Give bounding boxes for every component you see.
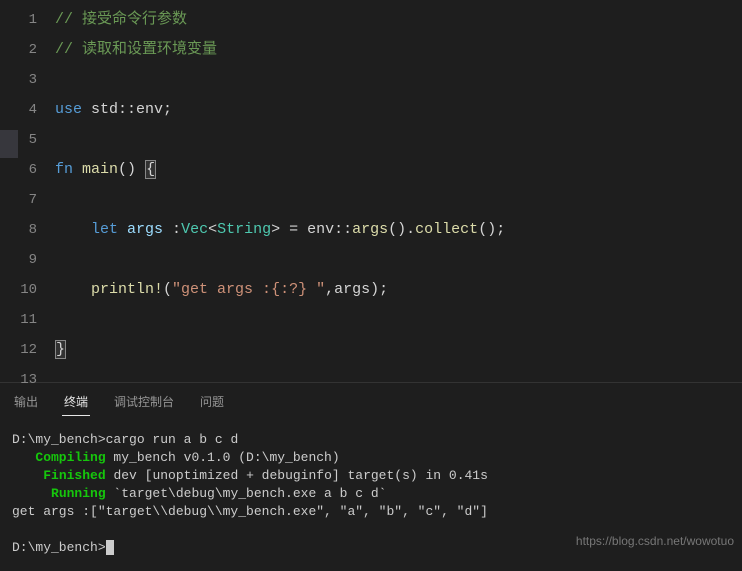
code-line: [55, 305, 742, 335]
code-line: // 读取和设置环境变量: [55, 35, 742, 65]
code-line: println!("get args :{:?} ",args);: [55, 275, 742, 305]
code-line: // 接受命令行参数: [55, 5, 742, 35]
line-number: 2: [0, 35, 37, 65]
cargo-running-text: `target\debug\my_bench.exe a b c d`: [106, 486, 387, 501]
line-number: 12: [0, 335, 37, 365]
cargo-compiling-text: my_bench v0.1.0 (D:\my_bench): [106, 450, 340, 465]
line-number: 10: [0, 275, 37, 305]
code-line: [55, 185, 742, 215]
tab-problems[interactable]: 问题: [198, 391, 226, 416]
program-output: get args :["target\\debug\\my_bench.exe"…: [12, 504, 488, 519]
line-number: 8: [0, 215, 37, 245]
line-number: 6: [0, 155, 37, 185]
cargo-compiling-label: Compiling: [35, 450, 105, 465]
terminal-cursor: [106, 540, 114, 555]
tab-debug-console[interactable]: 调试控制台: [112, 391, 176, 416]
cargo-finished-text: dev [unoptimized + debuginfo] target(s) …: [106, 468, 488, 483]
cargo-running-label: Running: [51, 486, 106, 501]
code-line: [55, 125, 742, 155]
code-line: [55, 65, 742, 95]
line-number: 1: [0, 5, 37, 35]
code-line: [55, 245, 742, 275]
tab-terminal[interactable]: 终端: [62, 391, 90, 416]
line-number: 4: [0, 95, 37, 125]
line-number: 3: [0, 65, 37, 95]
terminal-prompt: D:\my_bench>: [12, 540, 106, 555]
terminal-prompt: D:\my_bench>: [12, 432, 106, 447]
cargo-finished-label: Finished: [43, 468, 105, 483]
code-line: use std::env;: [55, 95, 742, 125]
line-gutter: 1 2 3 4 5 6 7 8 9 10 11 12 13: [0, 0, 55, 382]
line-number: 9: [0, 245, 37, 275]
watermark: https://blog.csdn.net/wowotuo: [576, 534, 734, 548]
line-number: 7: [0, 185, 37, 215]
tab-output[interactable]: 输出: [12, 391, 40, 416]
editor-marker: [0, 130, 18, 158]
terminal-panel: 输出 终端 调试控制台 问题 D:\my_bench>cargo run a b…: [0, 382, 742, 554]
terminal-command: cargo run a b c d: [106, 432, 239, 447]
line-number: 11: [0, 305, 37, 335]
code-line: fn main() {: [55, 155, 742, 185]
code-line: }: [55, 335, 742, 365]
code-line: let args :Vec<String> = env::args().coll…: [55, 215, 742, 245]
code-content[interactable]: // 接受命令行参数 // 读取和设置环境变量 use std::env; fn…: [55, 0, 742, 382]
code-editor[interactable]: 1 2 3 4 5 6 7 8 9 10 11 12 13 // 接受命令行参数…: [0, 0, 742, 382]
